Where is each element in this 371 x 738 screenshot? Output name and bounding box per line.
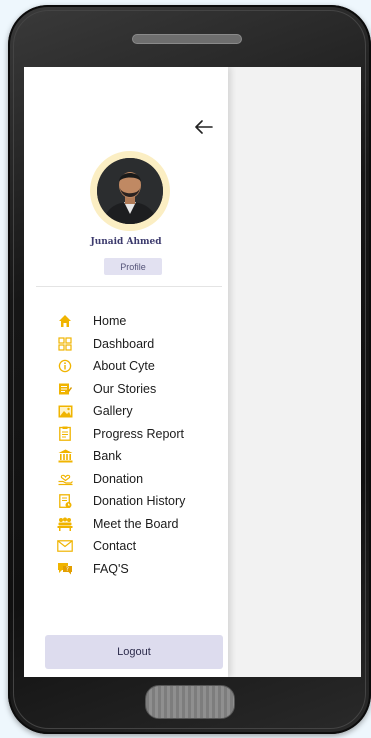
menu-item-dashboard[interactable]: Dashboard xyxy=(24,333,228,356)
menu-label: Bank xyxy=(93,449,122,464)
menu-item-faq[interactable]: ? FAQ'S xyxy=(24,558,228,581)
menu-item-donation[interactable]: Donation xyxy=(24,468,228,491)
contact-icon xyxy=(57,538,73,554)
menu-item-about[interactable]: About Cyte xyxy=(24,355,228,378)
menu-label: Meet the Board xyxy=(93,516,179,531)
board-icon xyxy=(57,516,73,532)
gallery-icon xyxy=(57,403,73,419)
menu-label: Dashboard xyxy=(93,336,155,351)
menu-label: Gallery xyxy=(93,404,133,419)
menu-label: Home xyxy=(93,314,127,329)
avatar[interactable] xyxy=(97,158,163,224)
bank-icon xyxy=(57,448,73,464)
report-icon xyxy=(57,426,73,442)
back-arrow-icon[interactable] xyxy=(194,117,214,137)
stories-icon xyxy=(57,381,73,397)
info-icon xyxy=(57,358,73,374)
menu-label: About Cyte xyxy=(93,359,155,374)
menu-label: Our Stories xyxy=(93,381,157,396)
menu-label: Donation History xyxy=(93,494,186,509)
profile-button[interactable]: Profile xyxy=(104,258,162,275)
divider xyxy=(36,286,222,287)
donation-icon xyxy=(57,471,73,487)
history-icon xyxy=(57,493,73,509)
home-icon xyxy=(57,313,73,329)
avatar-ring xyxy=(90,151,170,231)
menu-item-meet-the-board[interactable]: Meet the Board xyxy=(24,513,228,536)
phone-frame: Junaid Ahmed Profile Home Dashboard Abou… xyxy=(8,5,371,734)
dashboard-icon xyxy=(57,336,73,352)
menu-label: Donation xyxy=(93,471,144,486)
logout-button[interactable]: Logout xyxy=(45,635,223,669)
menu-label: Contact xyxy=(93,539,137,554)
navigation-drawer: Junaid Ahmed Profile Home Dashboard Abou… xyxy=(24,67,228,677)
menu-item-donation-history[interactable]: Donation History xyxy=(24,490,228,513)
menu-label: FAQ'S xyxy=(93,561,129,576)
menu-item-home[interactable]: Home xyxy=(24,310,228,333)
user-name: Junaid Ahmed xyxy=(90,237,162,247)
menu-item-contact[interactable]: Contact xyxy=(24,535,228,558)
menu-item-gallery[interactable]: Gallery xyxy=(24,400,228,423)
phone-speaker xyxy=(132,34,242,44)
menu-item-stories[interactable]: Our Stories xyxy=(24,378,228,401)
faq-icon: ? xyxy=(57,561,73,577)
app-screen: Junaid Ahmed Profile Home Dashboard Abou… xyxy=(24,67,361,677)
menu-item-progress-report[interactable]: Progress Report xyxy=(24,423,228,446)
menu-item-bank[interactable]: Bank xyxy=(24,445,228,468)
svg-text:?: ? xyxy=(66,566,69,573)
home-button[interactable] xyxy=(145,685,235,719)
menu-label: Progress Report xyxy=(93,426,185,441)
drawer-menu: Home Dashboard About Cyte Our Stories Ga… xyxy=(24,310,228,580)
